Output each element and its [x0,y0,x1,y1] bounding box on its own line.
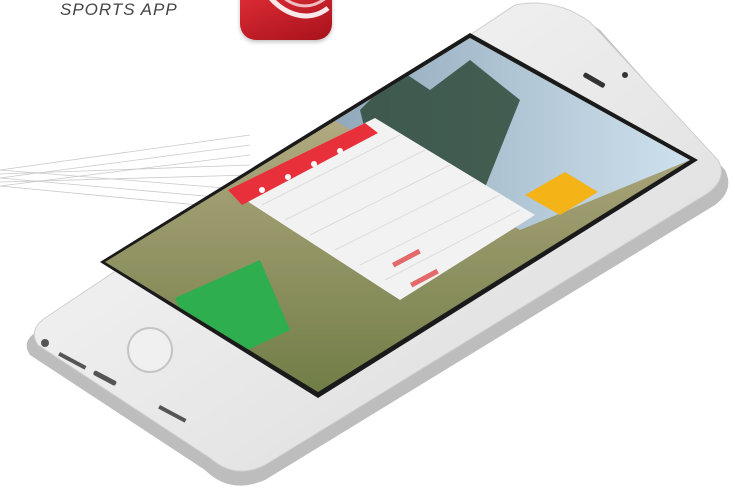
person-icon [337,148,343,154]
smartphone [26,2,729,486]
home-button [127,327,173,373]
front-camera [622,72,628,78]
chat-icon [311,161,317,167]
home-icon [259,187,265,193]
map-icon [285,174,291,180]
